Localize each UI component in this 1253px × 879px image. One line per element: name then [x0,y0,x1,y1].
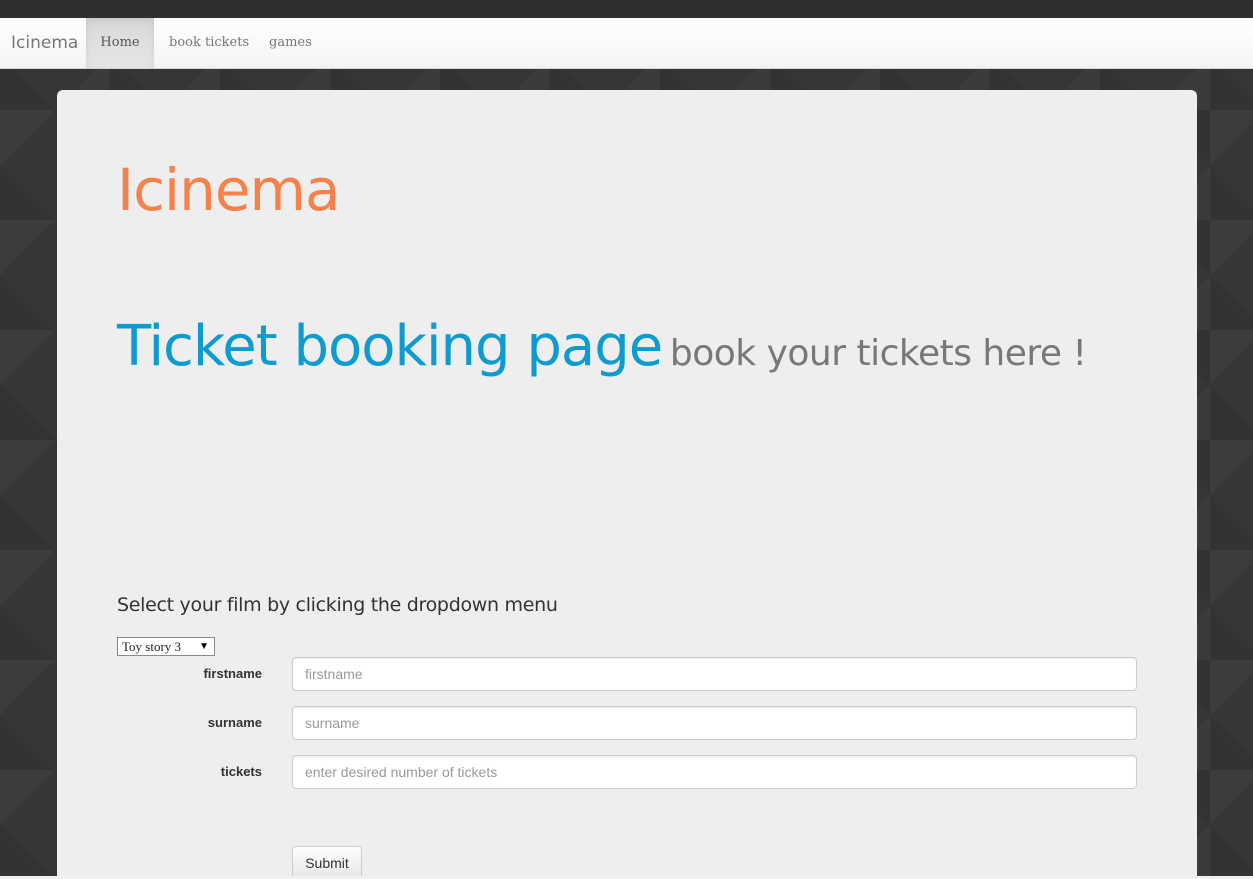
page-heading-sub: book your tickets here ! [669,333,1087,374]
firstname-label: firstname [203,666,262,681]
surname-label: surname [207,715,262,730]
page-heading-main: Ticket booking page [117,314,663,379]
main-panel: Icinema Ticket booking page book your ti… [57,90,1197,879]
surname-field[interactable] [292,706,1137,740]
tickets-label: tickets [220,764,262,779]
tickets-field[interactable] [292,755,1137,789]
site-title: Icinema [117,156,341,224]
navbar: Icinema Home book tickets games [0,18,1253,69]
browser-top-strip [0,0,1253,18]
nav-item-home[interactable]: Home [86,18,154,68]
film-select-instruction: Select your film by clicking the dropdow… [117,594,558,616]
film-dropdown[interactable]: Toy story 3 ▼ [117,637,215,656]
film-dropdown-value: Toy story 3 [122,639,182,654]
nav-item-games[interactable]: games [269,18,312,68]
page-heading: Ticket booking page book your tickets he… [117,314,1087,379]
chevron-down-icon: ▼ [199,641,209,652]
firstname-field[interactable] [292,657,1137,691]
nav-item-book-tickets[interactable]: book tickets [169,18,249,68]
submit-button[interactable]: Submit [292,846,362,879]
navbar-brand[interactable]: Icinema [11,33,78,53]
